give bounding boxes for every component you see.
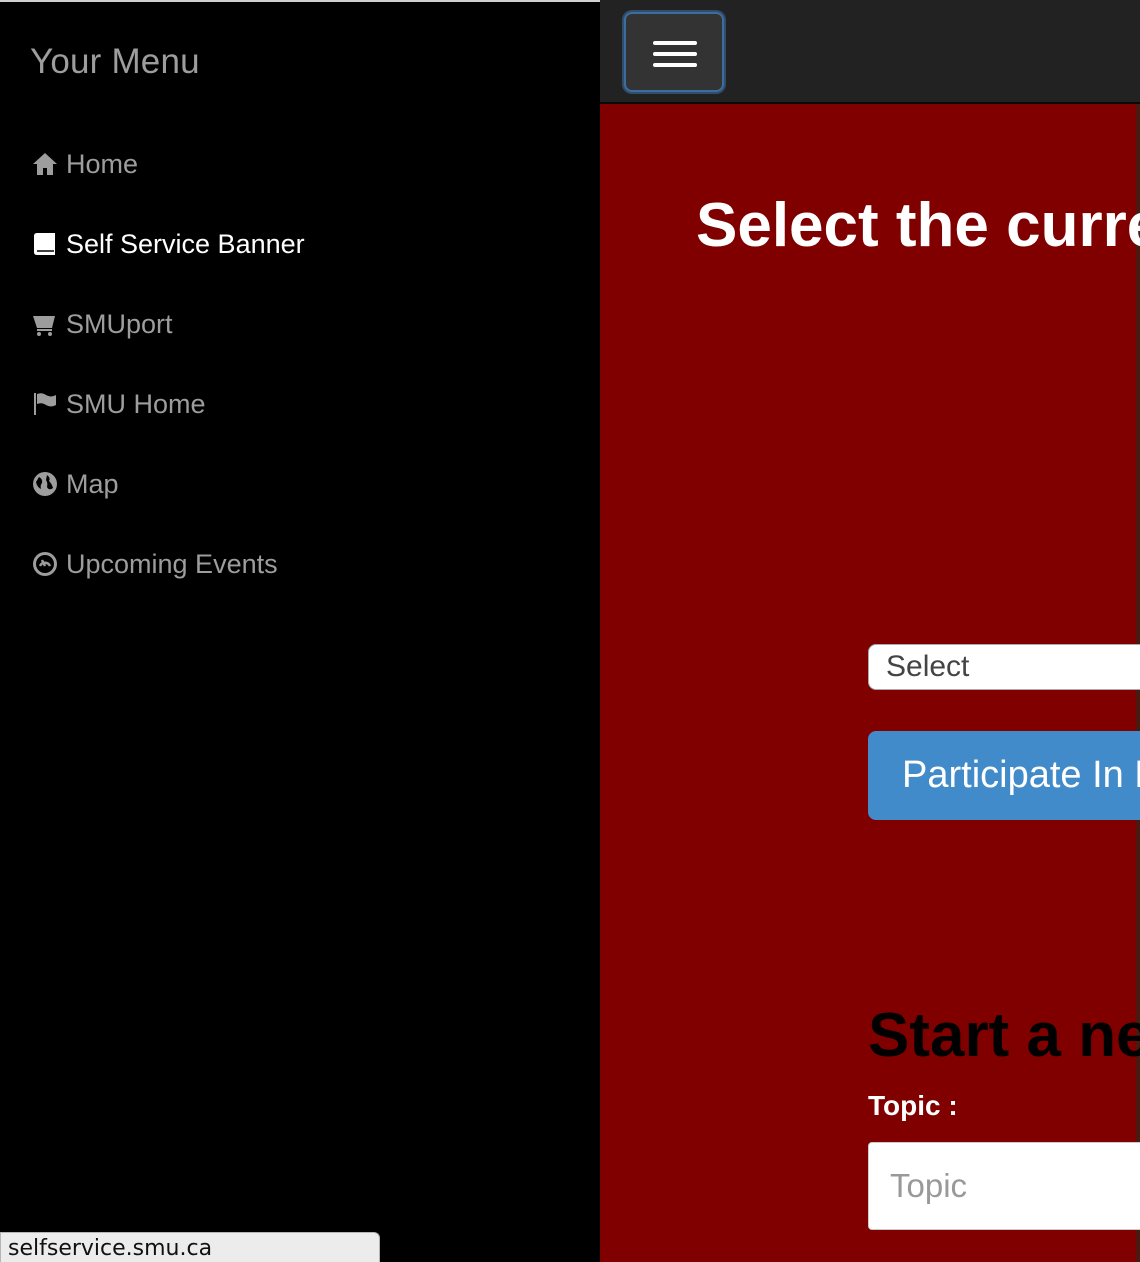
menu-title: Your Menu: [30, 42, 200, 81]
navbar-toggle-button[interactable]: [624, 12, 724, 92]
participate-button[interactable]: Participate In D: [868, 731, 1140, 820]
hamburger-icon-bar: [653, 52, 697, 56]
dashboard-icon: [30, 549, 60, 579]
sidebar-item-label: Self Service Banner: [66, 228, 305, 259]
sidebar-menu: Your Menu Home Self Service Banner SMUpo…: [0, 0, 600, 1262]
shopping-cart-icon: [30, 309, 60, 339]
sidebar-item-smu-home[interactable]: SMU Home: [30, 382, 206, 426]
sidebar-item-label: Home: [66, 148, 139, 179]
topic-input[interactable]: Topic: [868, 1142, 1140, 1230]
sidebar-item-label: Upcoming Events: [66, 548, 278, 579]
hamburger-icon: [653, 41, 697, 45]
sidebar-item-map[interactable]: Map: [30, 462, 119, 506]
sidebar-item-upcoming-events[interactable]: Upcoming Events: [30, 542, 278, 586]
main-content: Select the curre Select Participate In D…: [600, 0, 1140, 1262]
top-navbar: [600, 0, 1140, 104]
sidebar-item-smuport[interactable]: SMUport: [30, 302, 173, 346]
sidebar-item-self-service-banner[interactable]: Self Service Banner: [30, 222, 305, 266]
sidebar-item-label: SMUport: [66, 308, 173, 339]
sidebar-item-label: Map: [66, 468, 119, 499]
status-url-tooltip: selfservice.smu.ca: [0, 1232, 380, 1262]
flag-icon: [30, 389, 60, 419]
topic-label: Topic :: [868, 1090, 958, 1121]
book-icon: [30, 229, 60, 259]
home-icon: [30, 149, 60, 179]
hamburger-icon-bar: [653, 63, 697, 67]
sidebar-item-home[interactable]: Home: [30, 142, 138, 186]
page-title: Select the curre: [696, 191, 1140, 260]
new-discussion-heading: Start a ne: [868, 1001, 1140, 1070]
sidebar-item-label: SMU Home: [66, 388, 206, 419]
viewport: Your Menu Home Self Service Banner SMUpo…: [0, 0, 1140, 1262]
globe-icon: [30, 469, 60, 499]
discussion-select[interactable]: Select: [868, 644, 1140, 690]
